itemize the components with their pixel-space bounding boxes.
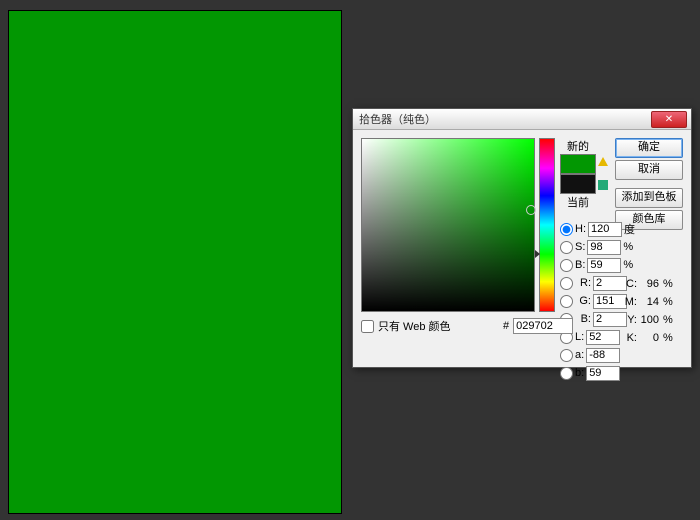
dialog-body: 新的 当前 确定 取消 添加到色板 颜色库 H:度 S:% B:% R: G: … xyxy=(353,130,691,368)
gamut-warning-icon[interactable] xyxy=(598,156,608,166)
val-k: 0 xyxy=(639,332,659,344)
radio-s[interactable] xyxy=(560,241,573,254)
radio-r[interactable] xyxy=(560,277,573,290)
color-picker-dialog: 拾色器（纯色） ✕ 新的 当前 确定 取消 添加到色板 颜色 xyxy=(352,108,692,368)
web-only-label: 只有 Web 颜色 xyxy=(378,318,451,334)
val-c: 96 xyxy=(639,278,659,290)
color-field[interactable] xyxy=(361,138,535,312)
radio-b[interactable] xyxy=(560,259,573,272)
val-m: 14 xyxy=(639,296,659,308)
websafe-icon[interactable] xyxy=(598,180,608,190)
hue-slider[interactable] xyxy=(539,138,555,312)
input-h[interactable] xyxy=(588,222,622,237)
input-s[interactable] xyxy=(587,240,621,255)
input-bv[interactable] xyxy=(587,258,621,273)
new-swatch[interactable] xyxy=(560,154,596,174)
hex-row: # xyxy=(503,318,573,334)
radio-h[interactable] xyxy=(560,223,573,236)
hash-label: # xyxy=(503,320,509,332)
current-swatch[interactable] xyxy=(560,174,596,194)
input-r[interactable] xyxy=(593,276,627,291)
ok-button[interactable]: 确定 xyxy=(615,138,683,158)
radio-a[interactable] xyxy=(560,349,573,362)
hue-thumb[interactable] xyxy=(535,250,540,258)
input-l[interactable] xyxy=(586,330,620,345)
close-button[interactable]: ✕ xyxy=(651,111,687,128)
cancel-button[interactable]: 取消 xyxy=(615,160,683,180)
add-swatch-button[interactable]: 添加到色板 xyxy=(615,188,683,208)
input-lb[interactable] xyxy=(586,366,620,381)
web-only-row[interactable]: 只有 Web 颜色 xyxy=(361,318,451,334)
cmyk-fields: C:96% M:14% Y:100% K:0% xyxy=(623,275,675,347)
new-label: 新的 xyxy=(560,138,596,154)
swatch-compare: 新的 当前 xyxy=(560,138,596,200)
radio-g[interactable] xyxy=(560,295,573,308)
val-y: 100 xyxy=(639,314,659,326)
input-g[interactable] xyxy=(593,294,627,309)
current-label: 当前 xyxy=(560,194,596,210)
color-cursor[interactable] xyxy=(526,205,536,215)
input-bb[interactable] xyxy=(593,312,627,327)
dialog-titlebar[interactable]: 拾色器（纯色） ✕ xyxy=(353,109,691,130)
radio-lb[interactable] xyxy=(560,367,573,380)
document-canvas[interactable] xyxy=(8,10,342,514)
workspace: 拾色器（纯色） ✕ 新的 当前 确定 取消 添加到色板 颜色 xyxy=(0,0,700,520)
dialog-title: 拾色器（纯色） xyxy=(359,111,436,127)
close-icon: ✕ xyxy=(665,114,673,125)
web-only-checkbox[interactable] xyxy=(361,320,374,333)
hex-input[interactable] xyxy=(513,318,573,334)
input-a[interactable] xyxy=(586,348,620,363)
